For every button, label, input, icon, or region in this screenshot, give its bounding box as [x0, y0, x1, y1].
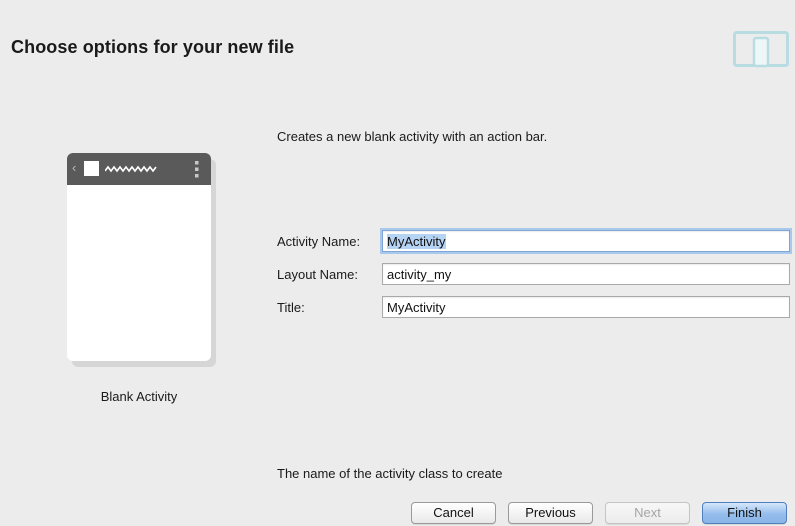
device-phone-tablet-icon [733, 31, 789, 68]
cancel-button[interactable]: Cancel [411, 502, 496, 524]
new-file-wizard: Choose options for your new file ‹ Blank… [0, 0, 795, 526]
activity-name-label: Activity Name: [277, 234, 361, 249]
action-bar: ‹ [67, 153, 211, 185]
app-icon [84, 161, 99, 176]
previous-button[interactable]: Previous [508, 502, 593, 524]
title-placeholder-squiggle [105, 165, 157, 173]
finish-button[interactable]: Finish [702, 502, 787, 524]
layout-name-value: activity_my [387, 266, 452, 282]
layout-name-input[interactable]: activity_my [382, 263, 790, 285]
activity-name-input[interactable]: MyActivity [382, 230, 790, 252]
page-title: Choose options for your new file [11, 37, 295, 57]
title-label: Title: [277, 300, 305, 315]
template-description: Creates a new blank activity with an act… [277, 129, 548, 144]
overflow-menu-icon [195, 161, 199, 178]
back-chevron-icon: ‹ [72, 160, 77, 175]
template-caption: Blank Activity [100, 389, 178, 404]
title-value: MyActivity [387, 299, 446, 315]
next-button[interactable]: Next [605, 502, 690, 524]
title-input[interactable]: MyActivity [382, 296, 790, 318]
layout-name-label: Layout Name: [277, 267, 358, 282]
field-hint: The name of the activity class to create [277, 466, 503, 481]
activity-preview: ‹ [67, 153, 211, 361]
activity-name-value: MyActivity [387, 233, 446, 249]
